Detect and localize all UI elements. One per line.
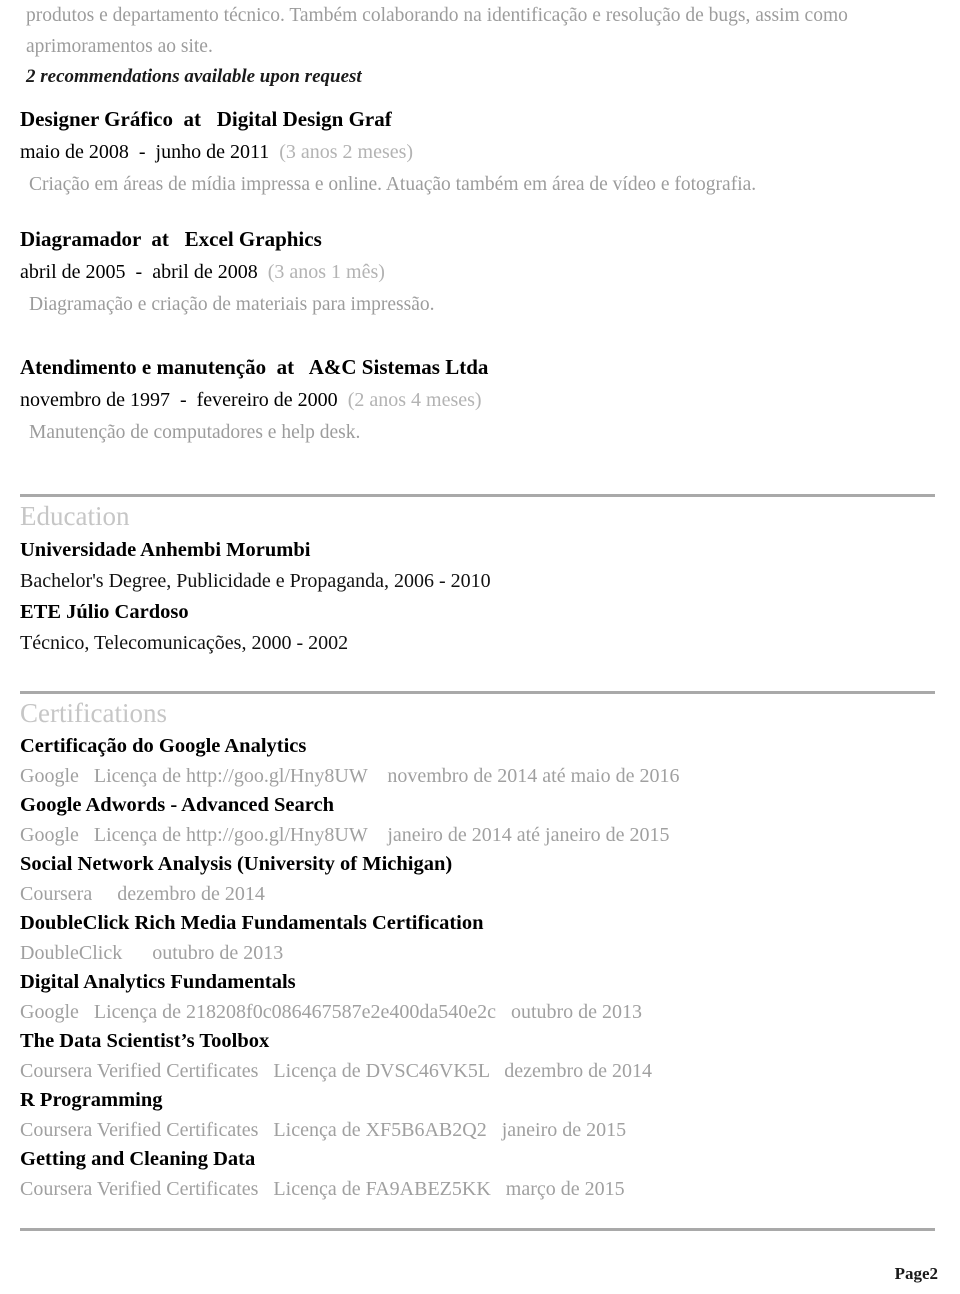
continuation-paragraph: produtos e departamento técnico. Também … bbox=[26, 5, 848, 57]
experience-dates-row: abril de 2005 - abril de 2008 (3 anos 1 … bbox=[20, 256, 938, 289]
recommendations-note: 2 recommendations available upon request bbox=[26, 66, 362, 87]
education-heading: Education bbox=[20, 501, 130, 531]
experience-title: Diagramador at Excel Graphics bbox=[20, 227, 322, 251]
experience-entry: Atendimento e manutenção at A&C Sistemas… bbox=[20, 350, 938, 448]
experience-entry: Designer Gráfico at Digital Design Graf … bbox=[20, 102, 938, 200]
page-content: produtos e departamento técnico. Também … bbox=[20, 0, 938, 1231]
certification-name: Getting and Cleaning Data bbox=[20, 1148, 256, 1170]
experience-description: Diagramação e criação de materiais para … bbox=[29, 294, 435, 315]
experience-description: Criação em áreas de mídia impressa e onl… bbox=[29, 174, 757, 195]
certification-name: Social Network Analysis (University of M… bbox=[20, 853, 453, 875]
resume-page: produtos e departamento técnico. Também … bbox=[0, 0, 960, 1294]
experience-entry: Diagramador at Excel Graphics abril de 2… bbox=[20, 222, 938, 320]
certification-name: R Programming bbox=[20, 1089, 163, 1111]
section-divider-footer bbox=[20, 1228, 935, 1231]
experience-description: Manutenção de computadores e help desk. bbox=[29, 422, 361, 443]
certification-meta: Google Licença de 218208f0c086467587e2e4… bbox=[20, 1000, 643, 1023]
certification-meta: Google Licença de http://goo.gl/Hny8UW n… bbox=[20, 764, 680, 787]
experience-duration: (3 anos 1 mês) bbox=[267, 261, 385, 283]
certification-name: Digital Analytics Fundamentals bbox=[20, 971, 296, 993]
page-number: Page2 bbox=[894, 1264, 938, 1283]
certification-meta: Coursera Verified Certificates Licença d… bbox=[20, 1177, 625, 1200]
certification-name: Google Adwords - Advanced Search bbox=[20, 794, 334, 816]
education-detail: Técnico, Telecomunicações, 2000 - 2002 bbox=[20, 632, 349, 654]
certification-meta: Google Licença de http://goo.gl/Hny8UW j… bbox=[20, 823, 670, 846]
experience-title: Atendimento e manutenção at A&C Sistemas… bbox=[20, 355, 489, 379]
experience-dates-row: maio de 2008 - junho de 2011 (3 anos 2 m… bbox=[20, 136, 938, 169]
education-school: ETE Júlio Cardoso bbox=[20, 601, 189, 623]
certifications-heading: Certifications bbox=[20, 698, 167, 728]
experience-dates: abril de 2005 - abril de 2008 bbox=[20, 261, 268, 283]
experience-duration: (3 anos 2 meses) bbox=[279, 141, 414, 163]
certification-name: Certificação do Google Analytics bbox=[20, 735, 307, 757]
education-school: Universidade Anhembi Morumbi bbox=[20, 539, 311, 561]
certification-meta: DoubleClick outubro de 2013 bbox=[20, 941, 284, 964]
experience-duration: (2 anos 4 meses) bbox=[347, 389, 482, 411]
certification-meta: Coursera Verified Certificates Licença d… bbox=[20, 1059, 653, 1082]
experience-title: Designer Gráfico at Digital Design Graf bbox=[20, 107, 392, 131]
certification-name: The Data Scientist’s Toolbox bbox=[20, 1030, 270, 1052]
certification-meta: Coursera dezembro de 2014 bbox=[20, 882, 265, 905]
certification-name: DoubleClick Rich Media Fundamentals Cert… bbox=[20, 912, 484, 934]
experience-dates: maio de 2008 - junho de 2011 bbox=[20, 141, 280, 163]
education-detail: Bachelor's Degree, Publicidade e Propaga… bbox=[20, 570, 491, 592]
certification-meta: Coursera Verified Certificates Licença d… bbox=[20, 1118, 627, 1141]
experience-dates-row: novembro de 1997 - fevereiro de 2000 (2 … bbox=[20, 384, 938, 417]
experience-dates: novembro de 1997 - fevereiro de 2000 bbox=[20, 389, 348, 411]
